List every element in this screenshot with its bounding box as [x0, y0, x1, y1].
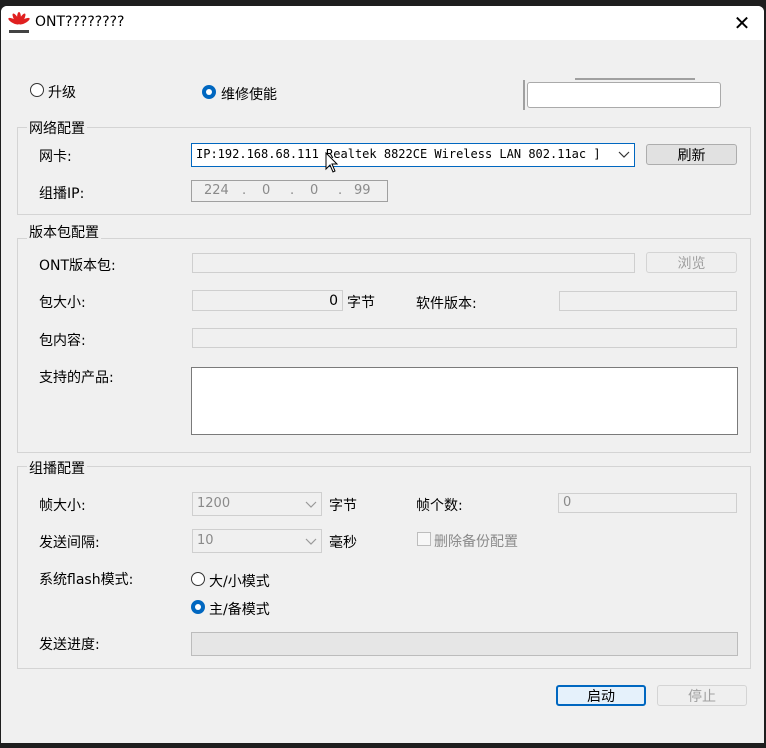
- ip-dot: .: [242, 183, 247, 198]
- ip-octet-2[interactable]: 0: [262, 183, 270, 198]
- repair-enable-label: 维修使能: [221, 87, 277, 103]
- package-size-field: 0: [192, 290, 343, 311]
- frame-count-label: 帧个数:: [416, 498, 463, 514]
- supported-products-label: 支持的产品:: [39, 370, 114, 386]
- start-button[interactable]: 启动: [556, 685, 646, 706]
- package-content-label: 包内容:: [39, 333, 86, 349]
- send-interval-value: 10: [197, 533, 214, 548]
- supported-products-list[interactable]: [191, 367, 738, 435]
- ip-dot: .: [338, 183, 343, 198]
- flash-main-backup-radio[interactable]: 主/备模式: [191, 599, 301, 621]
- flash-big-small-radio[interactable]: 大/小模式: [191, 571, 301, 593]
- send-progress-label: 发送进度:: [39, 637, 100, 653]
- nic-label: 网卡:: [39, 149, 72, 165]
- upgrade-label: 升级: [48, 85, 76, 101]
- send-progress-bar: [191, 632, 738, 656]
- chevron-down-icon[interactable]: [305, 501, 317, 509]
- top-right-edge: [523, 80, 525, 110]
- package-size-value: 0: [329, 293, 338, 309]
- send-interval-unit: 毫秒: [329, 535, 357, 551]
- multicast-group-label: 组播配置: [27, 458, 87, 478]
- ont-package-label: ONT版本包:: [39, 258, 116, 274]
- frame-count-field: 0: [558, 493, 737, 513]
- ont-package-input[interactable]: [192, 253, 635, 273]
- mouse-cursor-icon: [325, 152, 339, 173]
- upgrade-radio[interactable]: 升级: [30, 82, 110, 104]
- window-title: ONT????????: [35, 14, 125, 30]
- stop-button[interactable]: 停止: [657, 685, 747, 706]
- software-version-label: 软件版本:: [416, 296, 477, 312]
- package-content-field: [192, 328, 737, 348]
- close-icon[interactable]: ✕: [729, 10, 755, 36]
- frame-size-value: 1200: [197, 496, 231, 511]
- top-right-line: [575, 78, 695, 80]
- ip-dot: .: [290, 183, 295, 198]
- package-size-label: 包大小:: [39, 295, 86, 311]
- repair-enable-radio-circle[interactable]: [202, 85, 216, 99]
- top-right-input[interactable]: [527, 82, 721, 108]
- software-version-field: [559, 291, 737, 311]
- refresh-button[interactable]: 刷新: [646, 144, 737, 165]
- flash-mode-label: 系统flash模式:: [39, 572, 134, 588]
- ip-octet-1[interactable]: 224: [204, 183, 229, 198]
- flash-big-small-radio-circle[interactable]: [191, 572, 205, 586]
- delete-backup-checkbox[interactable]: [417, 532, 431, 546]
- frame-size-select[interactable]: 1200: [192, 492, 322, 516]
- send-interval-label: 发送间隔:: [39, 535, 100, 551]
- multicast-ip-label: 组播IP:: [39, 186, 85, 202]
- ip-octet-3[interactable]: 0: [310, 183, 318, 198]
- browse-button[interactable]: 浏览: [646, 252, 737, 273]
- package-group-label: 版本包配置: [27, 222, 101, 242]
- send-interval-select[interactable]: 10: [192, 529, 322, 553]
- huawei-logo-icon: [8, 12, 30, 33]
- ip-octet-4[interactable]: 99: [354, 183, 371, 198]
- title-bar: ONT???????? ✕: [1, 6, 764, 40]
- upgrade-radio-circle[interactable]: [30, 83, 44, 97]
- nic-select-value: IP:192.168.68.111 Realtek 8822CE Wireles…: [196, 147, 601, 161]
- nic-select[interactable]: IP:192.168.68.111 Realtek 8822CE Wireles…: [191, 143, 635, 167]
- repair-enable-radio[interactable]: 维修使能: [202, 84, 302, 106]
- multicast-ip-field[interactable]: 224 . 0 . 0 . 99: [191, 180, 388, 202]
- delete-backup-label: 删除备份配置: [434, 534, 518, 550]
- flash-big-small-label: 大/小模式: [209, 574, 270, 590]
- chevron-down-icon[interactable]: [305, 538, 317, 546]
- frame-count-value: 0: [563, 495, 572, 510]
- frame-size-unit: 字节: [329, 498, 357, 514]
- frame-size-label: 帧大小:: [39, 498, 86, 514]
- flash-main-backup-radio-circle[interactable]: [191, 600, 205, 614]
- network-group-label: 网络配置: [27, 118, 87, 138]
- ont-window: ONT???????? ✕ 升级 维修使能 网络配置 网卡: IP:192.16…: [1, 6, 764, 743]
- flash-main-backup-label: 主/备模式: [209, 602, 270, 618]
- package-size-unit: 字节: [347, 295, 375, 311]
- chevron-down-icon[interactable]: [614, 145, 634, 165]
